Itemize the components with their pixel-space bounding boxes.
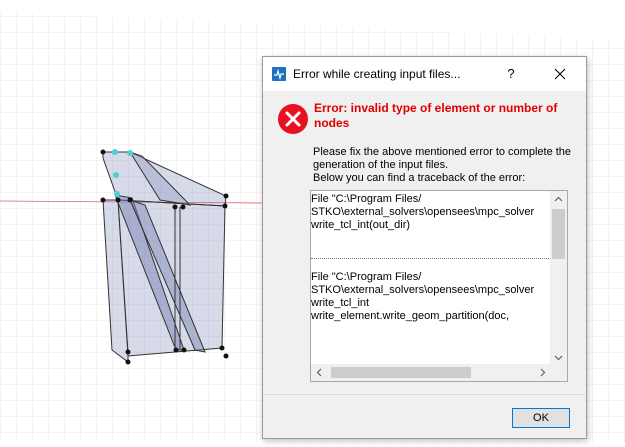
traceback-content: File "C:\Program Files/ STKO\external_so… — [311, 191, 551, 365]
horizontal-scroll-thumb[interactable] — [331, 367, 471, 378]
error-dialog: Error while creating input files... ? Er… — [262, 56, 587, 439]
traceback-entry: File "C:\Program Files/ STKO\external_so… — [311, 271, 551, 365]
dialog-title: Error while creating input files... — [293, 67, 461, 81]
traceback-line: STKO\external_solvers\opensees\mpc_solve… — [311, 284, 535, 296]
dialog-titlebar[interactable]: Error while creating input files... ? — [263, 57, 586, 91]
traceback-line: write_tcl_int(out_dir) — [311, 219, 411, 231]
traceback-line: write_tcl_int — [311, 297, 370, 309]
vertical-scrollbar[interactable] — [550, 191, 567, 365]
close-button[interactable] — [548, 63, 572, 85]
scroll-up-arrow-icon[interactable] — [554, 194, 563, 204]
scroll-right-arrow-icon[interactable] — [540, 368, 546, 379]
error-x-icon — [277, 103, 309, 135]
traceback-line: File "C:\Program Files/ — [311, 193, 422, 205]
message-line: generation of the input files. — [313, 159, 449, 171]
close-icon — [554, 68, 566, 80]
vertical-scroll-thumb[interactable] — [552, 209, 565, 259]
stko-app-icon — [272, 67, 286, 81]
scroll-left-arrow-icon[interactable] — [316, 368, 322, 379]
traceback-line: write_element.write_geom_partition(doc, — [311, 310, 510, 322]
horizontal-scrollbar[interactable] — [311, 364, 551, 381]
message-line: Below you can find a traceback of the er… — [313, 172, 526, 184]
traceback-entry: File "C:\Program Files/ STKO\external_so… — [311, 193, 551, 259]
traceback-line: STKO\external_solvers\opensees\mpc_solve… — [311, 206, 535, 218]
error-heading: Error: invalid type of element or number… — [314, 101, 558, 130]
message-line: Please fix the above mentioned error to … — [313, 146, 572, 158]
traceback-line: File "C:\Program Files/ — [311, 271, 422, 283]
error-message: Please fix the above mentioned error to … — [313, 146, 583, 185]
help-button[interactable]: ? — [501, 65, 521, 83]
scroll-down-arrow-icon[interactable] — [554, 353, 563, 363]
scroll-corner — [550, 364, 567, 381]
ok-button[interactable]: OK — [512, 408, 570, 428]
traceback-textbox[interactable]: File "C:\Program Files/ STKO\external_so… — [310, 190, 568, 382]
button-bar-divider — [263, 394, 586, 395]
